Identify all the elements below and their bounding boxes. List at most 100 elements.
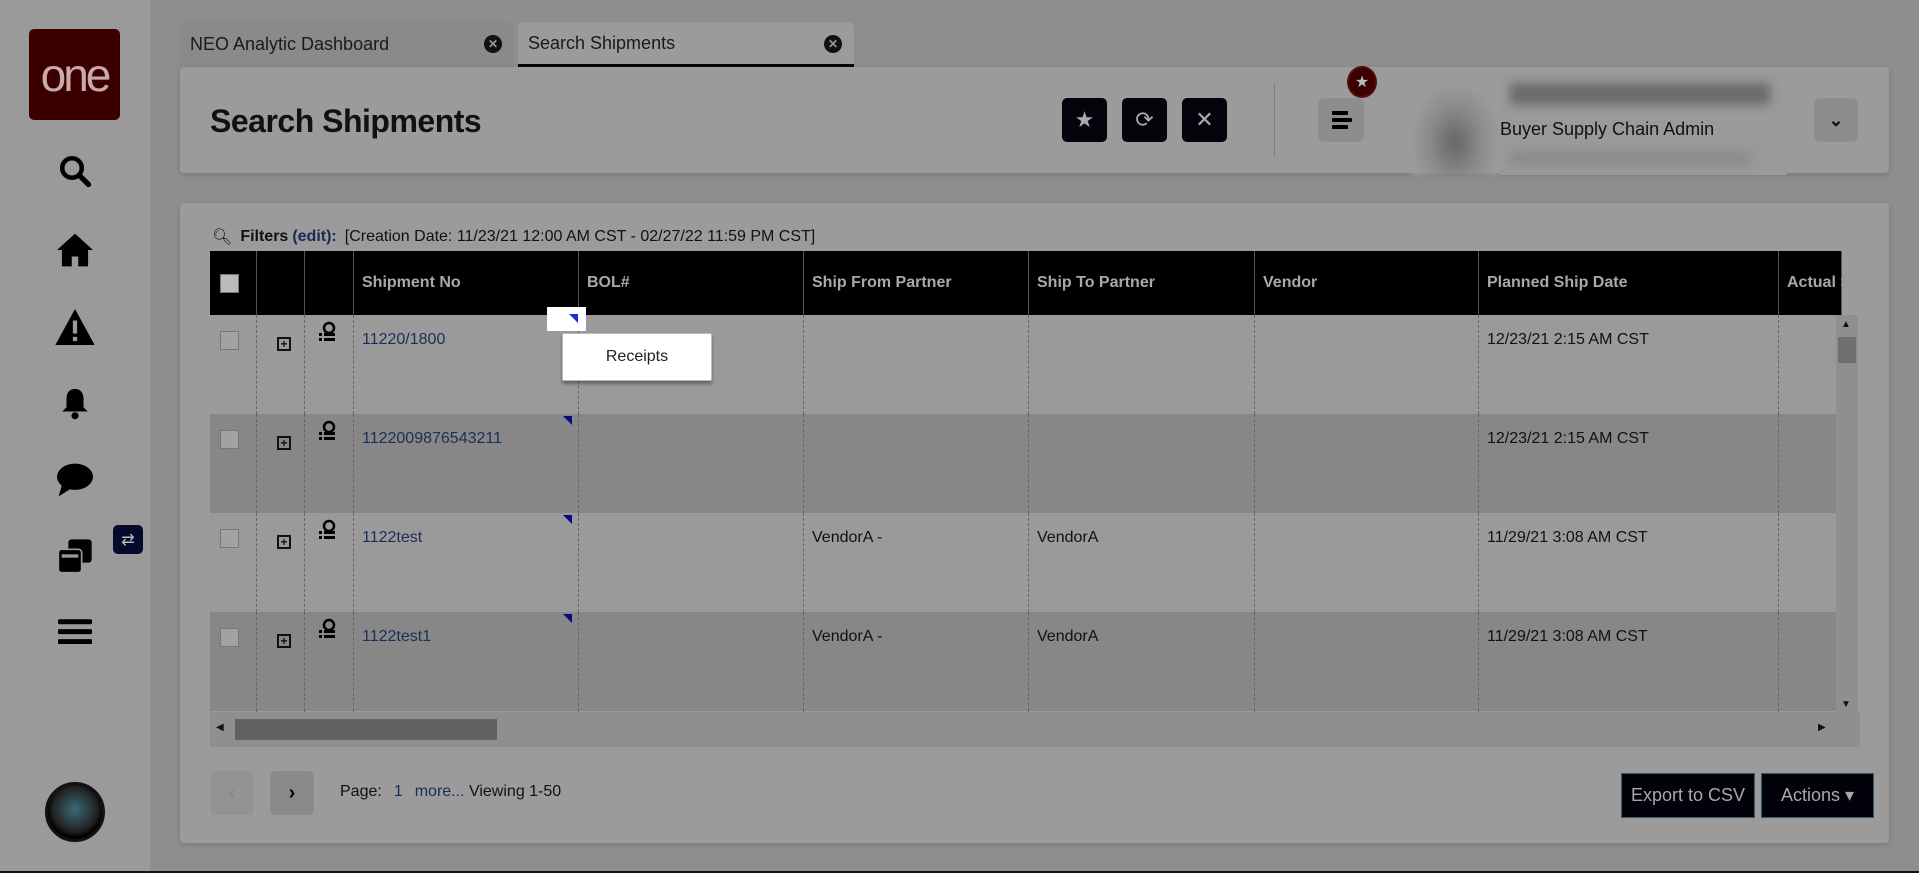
column-header[interactable]: BOL# [579, 251, 804, 315]
shipment-no-value[interactable]: 11220/1800 [362, 331, 445, 348]
table-header: Shipment No BOL# Ship From Partner Ship To … [210, 251, 1842, 315]
export-csv-button[interactable]: Export to CSV [1621, 773, 1755, 818]
row-menu-trigger[interactable] [547, 307, 586, 331]
expand-row-icon[interactable]: + [277, 436, 291, 450]
table-cell: VendorA [1029, 612, 1255, 711]
table-cell [305, 315, 354, 414]
row-checkbox[interactable] [220, 529, 239, 548]
table-cell: + [257, 513, 305, 612]
table-cell [1255, 315, 1479, 414]
vertical-scroll-thumb[interactable] [1838, 337, 1856, 363]
table-cell [804, 414, 1029, 513]
search-icon[interactable] [55, 151, 95, 191]
shipment-no-value[interactable]: 1122test1 [362, 628, 431, 645]
horizontal-scrollbar[interactable]: ◀ ▶ [210, 712, 1860, 747]
tab-neo-analytic-dashboard[interactable]: NEO Analytic Dashboard ✕ [180, 22, 514, 67]
tab-search-shipments[interactable]: Search Shipments ✕ [518, 22, 854, 67]
table-cell [1255, 612, 1479, 711]
select-all-header[interactable] [210, 251, 257, 315]
horizontal-scroll-thumb[interactable] [235, 719, 497, 740]
expand-row-icon[interactable]: + [277, 337, 291, 351]
filters-value: [Creation Date: 11/23/21 12:00 AM CST - … [344, 228, 816, 245]
shipment-tracking-icon[interactable] [317, 321, 337, 347]
windows-icon[interactable] [55, 536, 95, 576]
table-cell [210, 414, 257, 513]
close-tab-icon[interactable]: ✕ [484, 35, 502, 53]
home-icon[interactable] [55, 230, 95, 270]
table-cell: 1122test [354, 513, 579, 612]
bell-icon[interactable] [55, 383, 95, 423]
star-icon: ★ [1074, 107, 1095, 132]
actions-button[interactable]: Actions ▾ [1761, 773, 1874, 818]
context-triangle-icon[interactable] [563, 416, 572, 425]
scroll-left-icon[interactable]: ◀ [216, 722, 224, 733]
column-header[interactable]: Vendor [1255, 251, 1479, 315]
row-checkbox[interactable] [220, 628, 239, 647]
to-value: VendorA [1037, 628, 1099, 645]
row-checkbox[interactable] [220, 331, 239, 350]
menu-item-receipts[interactable]: Receipts [606, 348, 668, 366]
table-cell: 11/29/21 3:08 AM CST [1479, 513, 1779, 612]
menu-icon[interactable] [55, 612, 95, 652]
shipment-no-value[interactable]: 1122009876543211 [362, 430, 502, 447]
column-header[interactable]: Shipment No [354, 251, 579, 315]
table-cell [1779, 612, 1836, 711]
user-avatar[interactable] [45, 782, 105, 842]
table-body: +11220/1800 12/23/21 2:15 AM CST +11220098… [210, 315, 1836, 712]
tab-label: Search Shipments [528, 32, 676, 53]
column-header[interactable] [257, 251, 305, 315]
favorite-button[interactable]: ★ [1062, 98, 1107, 142]
prev-page-button[interactable]: ‹ [210, 771, 254, 815]
table-row[interactable]: +1122test1 VendorA - VendorA 11/29/21 3:08 … [210, 612, 1836, 711]
table-row[interactable]: +1122test VendorA - VendorA 11/29/21 3:08 A… [210, 513, 1836, 612]
close-tab-icon[interactable]: ✕ [824, 35, 842, 53]
sidebar: one ⇄ [0, 0, 150, 873]
refresh-button[interactable]: ⟳ [1122, 98, 1167, 142]
swap-icon[interactable]: ⇄ [113, 525, 143, 554]
refresh-icon: ⟳ [1135, 107, 1154, 132]
expand-row-icon[interactable]: + [277, 535, 291, 549]
table-cell: + [257, 612, 305, 711]
user-role: Buyer Supply Chain Admin [1500, 119, 1715, 139]
scroll-up-icon[interactable]: ▲ [1841, 319, 1851, 330]
expand-row-icon[interactable]: + [277, 634, 291, 648]
table-row[interactable]: +11220/1800 12/23/21 2:15 AM CST [210, 315, 1836, 414]
page-number-link[interactable]: 1 [394, 783, 403, 801]
table-cell [1779, 513, 1836, 612]
table-cell: 12/23/21 2:15 AM CST [1479, 315, 1779, 414]
table-cell: 11220/1800 [354, 315, 579, 414]
profile-picture [1410, 81, 1500, 175]
shipment-tracking-icon[interactable] [317, 420, 337, 446]
warning-icon[interactable] [55, 307, 95, 347]
next-page-button[interactable]: › [270, 771, 314, 815]
page-label: Page: [340, 783, 382, 800]
list-icon [1332, 111, 1352, 129]
shipment-no-value[interactable]: 1122test [362, 529, 422, 546]
column-header[interactable]: Ship From Partner [804, 251, 1029, 315]
page-header: Search Shipments ★ ⟳ ✕ ★ Buyer Supply Ch… [180, 66, 1889, 175]
column-header[interactable]: Actual Sh [1779, 251, 1842, 315]
shipment-tracking-icon[interactable] [317, 519, 337, 545]
table-cell [1255, 414, 1479, 513]
scroll-down-icon[interactable]: ▼ [1841, 699, 1851, 710]
app-logo[interactable]: one [29, 29, 120, 120]
filters-edit-link[interactable]: (edit): [292, 228, 336, 246]
column-header[interactable] [305, 251, 354, 315]
context-triangle-icon[interactable] [563, 515, 572, 524]
scroll-right-icon[interactable]: ▶ [1818, 722, 1826, 733]
column-header[interactable]: Planned Ship Date [1479, 251, 1779, 315]
row-checkbox[interactable] [220, 430, 239, 449]
close-button[interactable]: ✕ [1182, 98, 1227, 142]
table-cell [579, 414, 804, 513]
more-pages-link[interactable]: more... [415, 783, 465, 800]
column-header[interactable]: Ship To Partner [1029, 251, 1255, 315]
chat-icon[interactable] [55, 460, 95, 500]
select-all-checkbox[interactable] [220, 273, 239, 293]
context-triangle-icon[interactable] [563, 614, 572, 623]
user-menu-dropdown[interactable]: ⌄ [1814, 98, 1858, 142]
shipment-tracking-icon[interactable] [317, 618, 337, 644]
tab-label: NEO Analytic Dashboard [190, 34, 390, 54]
table-row[interactable]: +1122009876543211 12/23/21 2:15 AM CST [210, 414, 1836, 513]
vertical-scrollbar[interactable]: ▲ ▼ [1836, 315, 1858, 712]
favorites-menu-button[interactable] [1318, 98, 1364, 142]
